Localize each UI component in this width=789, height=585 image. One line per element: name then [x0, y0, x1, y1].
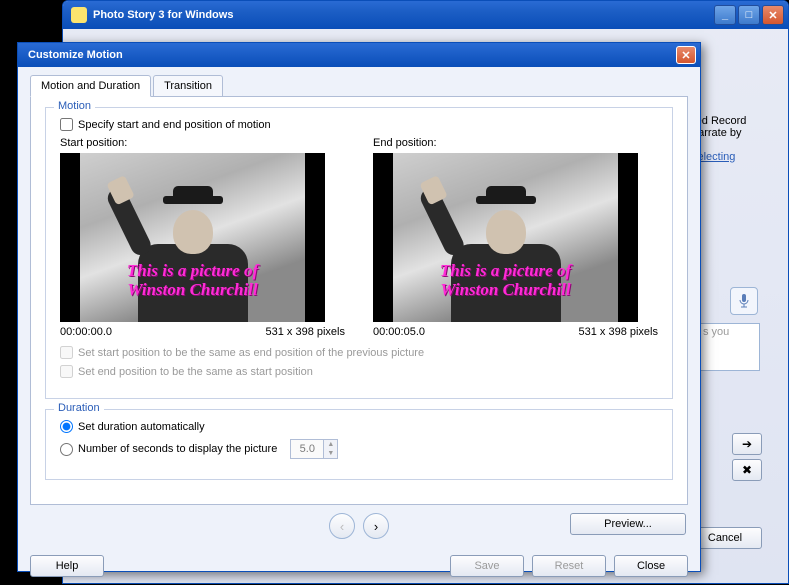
end-position-label: End position: — [373, 137, 658, 149]
specify-motion-checkbox[interactable] — [60, 118, 73, 131]
close-button[interactable]: Close — [614, 555, 688, 577]
duration-legend: Duration — [54, 402, 104, 414]
x-icon: ✖ — [742, 463, 752, 477]
maximize-button[interactable]: □ — [738, 5, 760, 25]
duration-seconds-radio[interactable] — [60, 443, 73, 456]
customize-motion-dialog: Customize Motion ✕ Motion and Duration T… — [17, 42, 701, 572]
microphone-icon — [738, 293, 750, 309]
set-start-same-checkbox — [60, 346, 73, 359]
next-arrow-button[interactable]: ➔ — [732, 433, 762, 455]
preview-button[interactable]: Preview... — [570, 513, 686, 535]
seconds-input — [291, 440, 323, 458]
prev-picture-button: ‹ — [329, 513, 355, 539]
chevron-left-icon: ‹ — [340, 519, 344, 534]
app-icon — [71, 7, 87, 23]
next-picture-button[interactable]: › — [363, 513, 389, 539]
set-end-same-checkbox — [60, 365, 73, 378]
tabs: Motion and Duration Transition — [30, 75, 688, 97]
help-button[interactable]: Help — [30, 555, 104, 577]
dialog-footer: Help Save Reset Close — [18, 547, 700, 585]
tab-motion-and-duration[interactable]: Motion and Duration — [30, 75, 151, 97]
image-caption: This is a picture of Winston Churchill — [80, 261, 305, 300]
reset-button: Reset — [532, 555, 606, 577]
parent-titlebar: Photo Story 3 for Windows _ □ ✕ — [63, 1, 788, 29]
motion-fieldset: Motion Specify start and end position of… — [45, 107, 673, 399]
set-end-same-row: Set end position to be the same as start… — [60, 365, 658, 378]
end-position-column: End position: — [373, 137, 658, 338]
duration-seconds-row[interactable]: Number of seconds to display the picture… — [60, 439, 658, 459]
start-time: 00:00:00.0 — [60, 326, 112, 338]
start-position-column: Start position: — [60, 137, 345, 338]
background-text-fragment: red Record narrate by selecting — [692, 115, 762, 163]
spin-down-button: ▼ — [323, 449, 337, 458]
start-position-label: Start position: — [60, 137, 345, 149]
duration-auto-row[interactable]: Set duration automatically — [60, 420, 658, 433]
spin-up-button: ▲ — [323, 440, 337, 449]
dialog-title: Customize Motion — [28, 49, 676, 61]
end-thumbnail[interactable]: This is a picture of Winston Churchill — [373, 153, 638, 322]
dialog-close-button[interactable]: ✕ — [676, 46, 696, 64]
duration-fieldset: Duration Set duration automatically Numb… — [45, 409, 673, 480]
arrow-right-icon: ➔ — [742, 437, 752, 451]
microphone-button[interactable] — [730, 287, 758, 315]
start-dimensions: 531 x 398 pixels — [266, 326, 346, 338]
minimize-button[interactable]: _ — [714, 5, 736, 25]
set-start-same-row: Set start position to be the same as end… — [60, 346, 658, 359]
tab-panel: Motion Specify start and end position of… — [30, 96, 688, 505]
start-thumbnail[interactable]: This is a picture of Winston Churchill — [60, 153, 325, 322]
tab-transition[interactable]: Transition — [153, 75, 223, 97]
duration-auto-radio[interactable] — [60, 420, 73, 433]
remove-button[interactable]: ✖ — [732, 459, 762, 481]
specify-motion-checkbox-row[interactable]: Specify start and end position of motion — [60, 118, 658, 131]
end-time: 00:00:05.0 — [373, 326, 425, 338]
parent-title: Photo Story 3 for Windows — [93, 9, 712, 21]
seconds-spinner: ▲ ▼ — [290, 439, 338, 459]
end-dimensions: 531 x 398 pixels — [579, 326, 659, 338]
narration-textarea[interactable]: s you — [700, 323, 760, 371]
image-caption: This is a picture of Winston Churchill — [393, 261, 618, 300]
save-button: Save — [450, 555, 524, 577]
dialog-titlebar: Customize Motion ✕ — [18, 43, 700, 67]
chevron-right-icon: › — [374, 519, 378, 534]
close-parent-button[interactable]: ✕ — [762, 5, 784, 25]
motion-legend: Motion — [54, 100, 95, 112]
